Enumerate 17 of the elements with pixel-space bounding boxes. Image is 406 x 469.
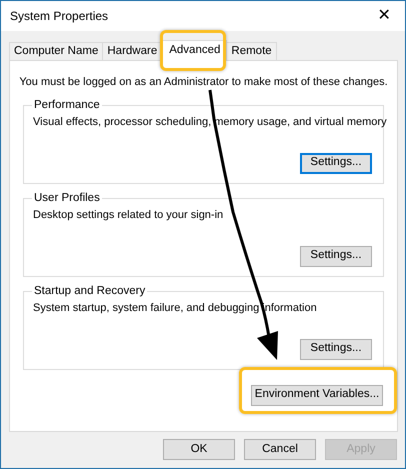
tab[interactable]: Computer Name xyxy=(9,42,104,60)
dialog-button[interactable]: OK xyxy=(163,439,235,460)
environment-variables-button[interactable]: Environment Variables... xyxy=(251,384,383,406)
tab[interactable]: Advanced xyxy=(162,40,228,61)
settings-button[interactable]: Settings... xyxy=(300,152,372,174)
settings-button[interactable]: Settings... xyxy=(300,338,372,360)
group-title: User Profiles xyxy=(32,190,102,204)
group-title: Startup and Recovery xyxy=(32,284,148,298)
close-button[interactable]: ✕ xyxy=(369,3,399,29)
window-title: System Properties xyxy=(10,8,108,25)
group-description: Desktop settings related to your sign-in xyxy=(33,208,224,222)
admin-note: You must be logged on as an Administrator to make most of these changes. xyxy=(19,75,388,90)
dialog-button[interactable]: Cancel xyxy=(244,439,316,460)
settings-button[interactable]: Settings... xyxy=(300,246,372,266)
group-title: Performance xyxy=(32,98,102,112)
highlight-frame xyxy=(160,30,226,71)
tab[interactable]: Remote xyxy=(226,42,277,60)
